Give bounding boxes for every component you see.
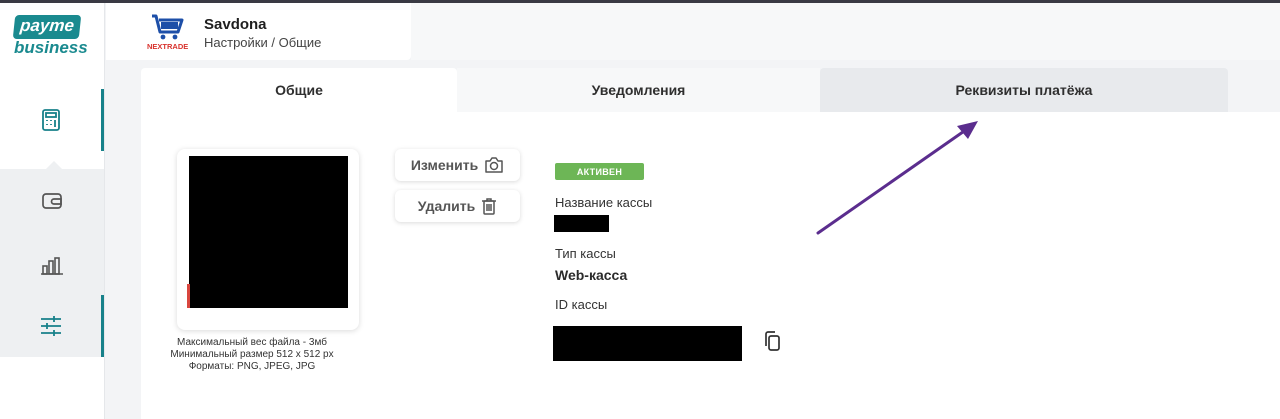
- hint-formats: Форматы: PNG, JPEG, JPG: [188, 361, 316, 372]
- wallet-icon: [41, 192, 63, 210]
- sidebar-item-cashbox[interactable]: [0, 89, 104, 151]
- merchant-logo: NEXTRADE: [144, 12, 190, 52]
- copy-icon[interactable]: [763, 330, 781, 357]
- delete-avatar-button[interactable]: Удалить: [395, 190, 520, 222]
- tab-general[interactable]: Общие: [141, 68, 457, 112]
- status-badge: АКТИВЕН: [555, 163, 644, 180]
- logo-payme-text: payme: [12, 15, 82, 39]
- trash-icon: [481, 197, 497, 216]
- hint-min-size: Минимальный размер 512 x 512 px: [170, 349, 334, 360]
- sidebar-item-settings[interactable]: [0, 295, 104, 357]
- logo-business-text: business: [14, 38, 88, 57]
- cashbox-name-label: Название кассы: [555, 195, 653, 210]
- hint-max-weight: Максимальный вес файла - 3мб: [177, 337, 327, 348]
- avatar-upload-hint: Максимальный вес файла - 3мб Минимальный…: [167, 337, 337, 373]
- bar-chart-icon: [40, 255, 64, 275]
- cashbox-type-value: Web-касса: [555, 267, 628, 283]
- header-bar: [411, 3, 1280, 60]
- avatar-card[interactable]: [177, 149, 359, 330]
- cashbox-name-redacted: [554, 215, 609, 232]
- calculator-icon: [41, 108, 61, 132]
- sidebar: payme business: [0, 3, 105, 419]
- tab-payment-details[interactable]: Реквизиты платёжа: [820, 68, 1228, 112]
- change-avatar-button[interactable]: Изменить: [395, 149, 520, 181]
- merchant-logo-text: NEXTRADE: [147, 42, 188, 51]
- tab-notifications[interactable]: Уведомления: [457, 68, 820, 112]
- avatar-image-edge: [187, 284, 190, 308]
- annotation-arrow: [816, 121, 978, 235]
- sidebar-item-reports[interactable]: [0, 233, 104, 297]
- camera-icon: [484, 156, 504, 174]
- merchant-header: NEXTRADE Savdona Настройки / Общие: [106, 3, 411, 60]
- cashbox-id-label: ID кассы: [555, 297, 608, 312]
- breadcrumb: Настройки / Общие: [204, 35, 322, 50]
- general-settings-panel: Максимальный вес файла - 3мб Минимальный…: [141, 112, 1280, 419]
- settings-tabs: Общие Уведомления Реквизиты платёжа: [141, 68, 1280, 112]
- sliders-icon: [39, 315, 63, 337]
- avatar-image-redacted: [189, 156, 348, 308]
- cashbox-type-label: Тип кассы: [555, 246, 616, 261]
- merchant-name: Savdona: [204, 16, 267, 33]
- payme-business-logo[interactable]: payme business: [12, 15, 94, 58]
- sidebar-item-wallet[interactable]: [0, 169, 104, 233]
- cashbox-id-redacted: [553, 326, 742, 361]
- delete-avatar-label: Удалить: [417, 198, 476, 214]
- change-avatar-label: Изменить: [410, 157, 479, 173]
